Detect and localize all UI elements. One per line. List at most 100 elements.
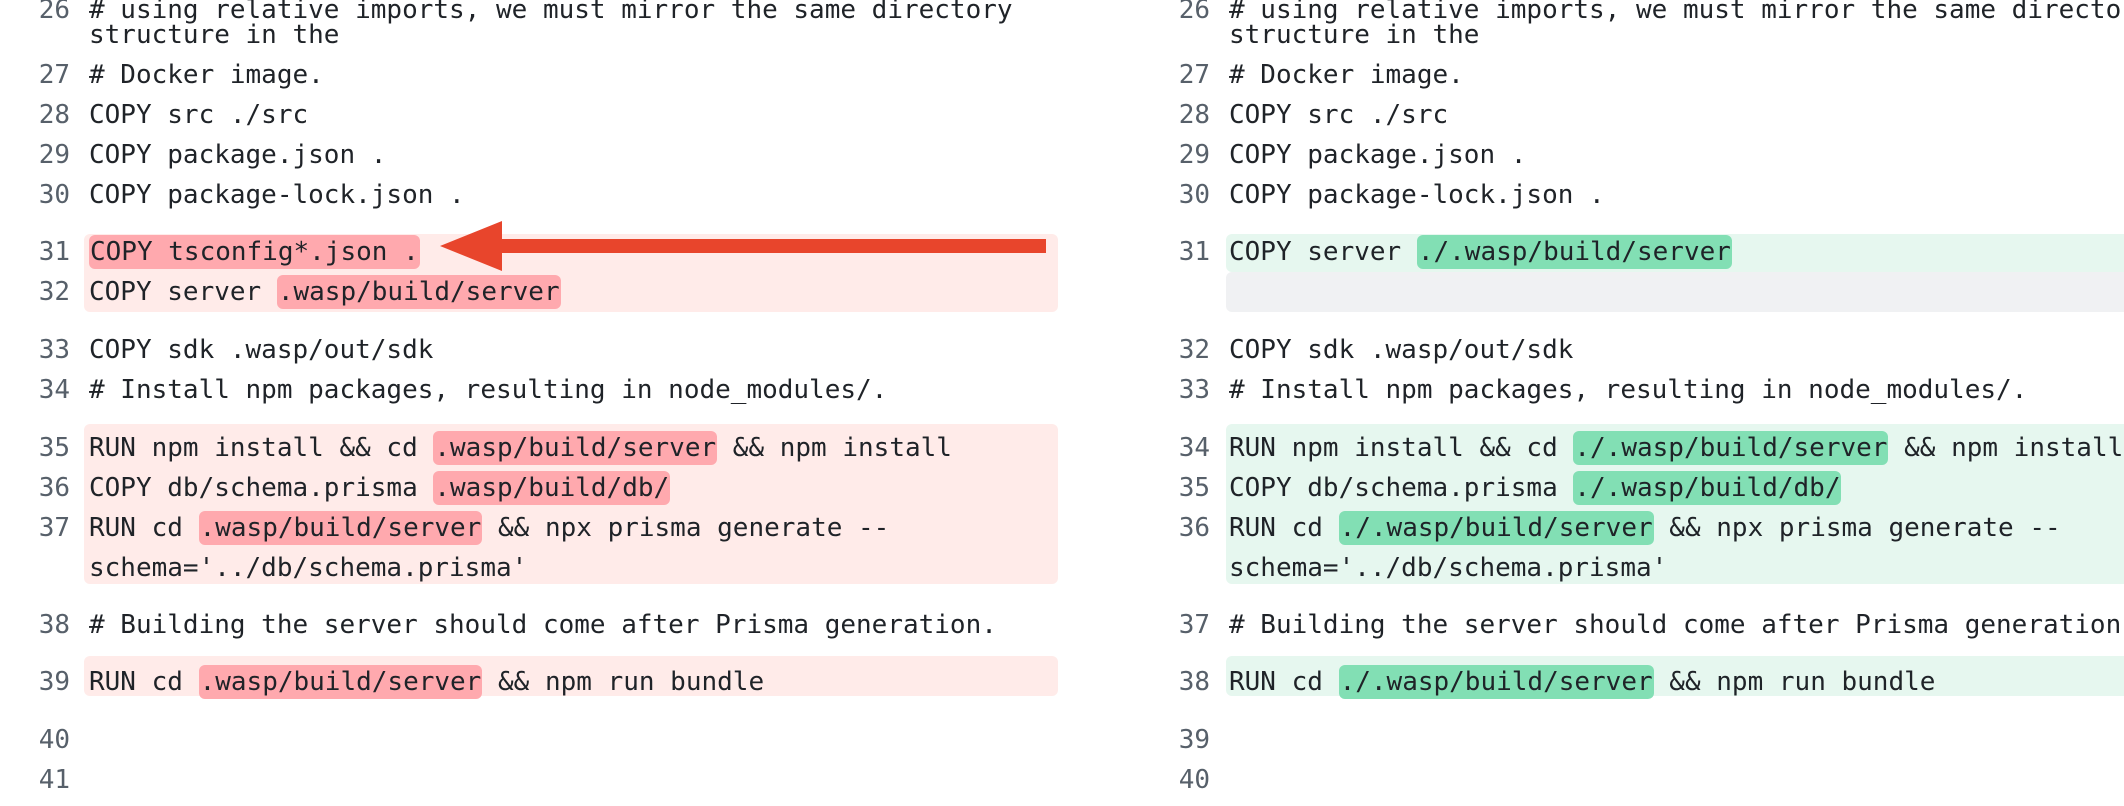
code-segment: && npm install — [1888, 433, 2124, 463]
code-text: schema='../db/schema.prisma' — [1229, 553, 1668, 583]
code-segment: && npm install — [717, 433, 952, 463]
code-text: COPY db/schema.prisma .wasp/build/db/ — [89, 468, 671, 508]
code-text: # Install npm packages, resulting in nod… — [89, 375, 888, 405]
changed-segment: ./.wasp/build/server — [1338, 511, 1654, 545]
line-number[interactable]: 35 — [0, 428, 70, 468]
code-segment: COPY db/schema.prisma — [1229, 473, 1574, 503]
line-number[interactable]: 40 — [1140, 760, 1210, 800]
line-number[interactable]: 37 — [1140, 605, 1210, 645]
code-line: 35 RUN npm install && cd .wasp/build/serv… — [0, 428, 1080, 468]
code-text: COPY db/schema.prisma ./.wasp/build/db/ — [1229, 468, 1842, 508]
code-line: 31 COPY server ./.wasp/build/server — [1140, 232, 2124, 272]
code-segment: COPY server — [1229, 237, 1417, 267]
code-segment: RUN cd — [1229, 667, 1339, 697]
code-line: 37 RUN cd .wasp/build/server && npx prism… — [0, 508, 1080, 548]
line-number[interactable]: 42 — [0, 800, 70, 806]
code-line: 39 RUN cd .wasp/build/server && npm run b… — [0, 662, 1080, 702]
code-text: COPY package.json . — [89, 140, 387, 170]
code-text: COPY server ./.wasp/build/server — [1229, 232, 1732, 272]
code-text: RUN npm install && cd .wasp/build/server… — [89, 428, 952, 468]
code-text: structure in the — [89, 20, 340, 50]
code-segment: && npm run bundle — [482, 667, 765, 697]
code-line: 33 COPY sdk .wasp/out/sdk — [0, 330, 1080, 370]
line-number[interactable]: 31 — [0, 232, 70, 272]
changed-segment: ./.wasp/build/server — [1338, 665, 1654, 699]
code-line: 29 COPY package.json . — [0, 135, 1080, 175]
changed-segment: ./.wasp/build/server — [1416, 235, 1732, 269]
line-number[interactable]: 41 — [1140, 800, 1210, 806]
code-line: 40 — [0, 720, 1080, 760]
code-text: # Building the server should come after … — [1229, 610, 2122, 640]
line-number[interactable]: 39 — [0, 662, 70, 702]
line-number[interactable]: 34 — [1140, 428, 1210, 468]
code-text: COPY package-lock.json . — [89, 180, 465, 210]
line-number[interactable]: 27 — [1140, 55, 1210, 95]
code-text: # TODO: Use ...22... — [89, 800, 402, 806]
line-number[interactable]: 35 — [1140, 468, 1210, 508]
line-number[interactable]: 34 — [0, 370, 70, 410]
code-segment: COPY server — [89, 277, 277, 307]
changed-segment: COPY tsconfig*.json . — [89, 235, 420, 269]
code-line: schema='../db/schema.prisma' — [1140, 548, 2124, 588]
code-line: 36 COPY db/schema.prisma .wasp/build/db/ — [0, 468, 1080, 508]
code-line: 34 # Install npm packages, resulting in n… — [0, 370, 1080, 410]
line-number[interactable] — [0, 15, 70, 55]
code-text: COPY package-lock.json . — [1229, 180, 1605, 210]
line-number[interactable]: 28 — [1140, 95, 1210, 135]
line-number[interactable]: 37 — [0, 508, 70, 548]
code-text: COPY src ./src — [89, 100, 309, 130]
line-number[interactable]: 28 — [0, 95, 70, 135]
code-line: 40 — [1140, 760, 2124, 800]
changed-segment: .wasp/build/server — [198, 511, 483, 545]
code-text: RUN cd .wasp/build/server && npx prisma … — [89, 508, 889, 548]
code-text: # Building the server should come after … — [89, 610, 997, 640]
changed-segment: ./.wasp/build/server — [1573, 431, 1889, 465]
line-number[interactable]: 30 — [0, 175, 70, 215]
diff-left-pane: 26 # using relative imports, we must mirr… — [0, 0, 1080, 806]
line-number[interactable]: 41 — [0, 760, 70, 800]
line-number[interactable]: 38 — [1140, 662, 1210, 702]
line-number[interactable] — [1140, 15, 1210, 55]
line-number[interactable]: 29 — [0, 135, 70, 175]
code-line: structure in the — [0, 15, 1080, 55]
code-text: COPY package.json . — [1229, 140, 1527, 170]
code-text: RUN cd ./.wasp/build/server && npx prism… — [1229, 508, 2061, 548]
annotation-arrow-icon — [440, 221, 1046, 271]
line-number[interactable]: 33 — [0, 330, 70, 370]
line-number[interactable] — [0, 548, 70, 588]
code-line: 29 COPY package.json . — [1140, 135, 2124, 175]
line-number[interactable]: 31 — [1140, 232, 1210, 272]
code-segment: COPY db/schema.prisma — [89, 473, 434, 503]
line-number[interactable]: 30 — [1140, 175, 1210, 215]
code-segment: RUN cd — [89, 667, 199, 697]
diff-right-pane: 26 # using relative imports, we must mirr… — [1140, 0, 2124, 806]
line-number[interactable]: 29 — [1140, 135, 1210, 175]
code-segment: RUN npm install && cd — [89, 433, 434, 463]
code-text: # Install npm packages, resulting in nod… — [1229, 375, 2028, 405]
line-number[interactable]: 39 — [1140, 720, 1210, 760]
code-segment: && npx prisma generate -- — [482, 513, 890, 543]
code-text: # TODO: Use ...22... — [1229, 800, 1542, 806]
code-text: # Docker image. — [89, 60, 324, 90]
line-number[interactable]: 36 — [1140, 508, 1210, 548]
code-segment: RUN cd — [89, 513, 199, 543]
line-number[interactable]: 33 — [1140, 370, 1210, 410]
changed-segment: .wasp/build/server — [198, 665, 483, 699]
code-segment: && npm run bundle — [1653, 667, 1936, 697]
line-number[interactable]: 32 — [1140, 330, 1210, 370]
changed-segment: .wasp/build/server — [276, 275, 561, 309]
line-number[interactable]: 40 — [0, 720, 70, 760]
line-number[interactable]: 27 — [0, 55, 70, 95]
code-line: 41 # TODO: Use ...22... — [1140, 800, 2124, 806]
code-line: schema='../db/schema.prisma' — [0, 548, 1080, 588]
code-line: 36 RUN cd ./.wasp/build/server && npx pri… — [1140, 508, 2124, 548]
line-number[interactable]: 32 — [0, 272, 70, 312]
code-line: 42 # TODO: Use ...22... — [0, 800, 1080, 806]
code-line: 30 COPY package-lock.json . — [0, 175, 1080, 215]
line-number[interactable]: 38 — [0, 605, 70, 645]
line-number[interactable]: 36 — [0, 468, 70, 508]
code-text: COPY src ./src — [1229, 100, 1449, 130]
code-line: 39 — [1140, 720, 2124, 760]
line-number[interactable] — [1140, 548, 1210, 588]
code-line: 37 # Building the server should come afte… — [1140, 605, 2124, 645]
